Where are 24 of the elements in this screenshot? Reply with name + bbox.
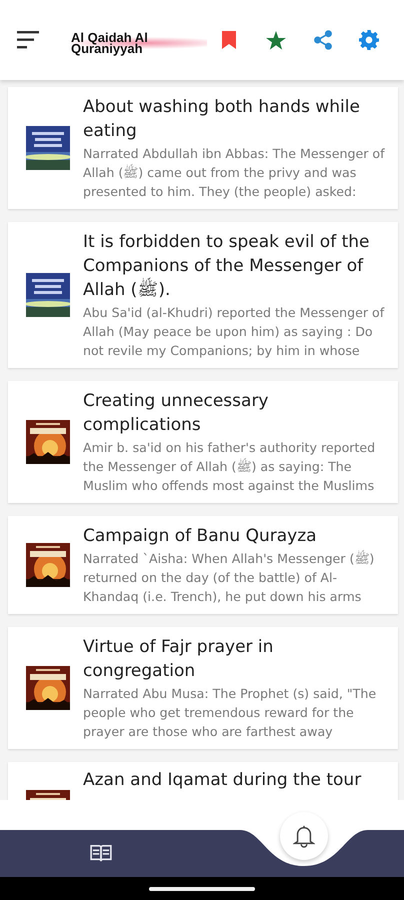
app-title: Al Qaidah Al Quraniyyah	[71, 32, 207, 54]
article-excerpt: Narrated Abdullah ibn Abbas: The Messenger of Allah (ﷺ) came out from the privy and was presented to him. They (the people) asked:	[83, 145, 386, 201]
article-card[interactable]	[8, 222, 398, 368]
article-excerpt: Amir b. sa'id on his father's authority reported the Messenger of Allah (ﷺ) as saying: The Muslim who offends most against the Muslims	[83, 439, 376, 495]
notifications-button[interactable]	[280, 812, 328, 860]
menu-icon[interactable]	[17, 31, 41, 49]
settings-icon[interactable]	[359, 30, 379, 50]
article-excerpt: Narrated `Aisha: When Allah's Messenger (ﷺ) returned on the day (of the battle) of Al-Khandaq (i.e. Trench), he put down his arms	[83, 549, 376, 606]
article-title: It is forbidden to speak evil of the Companions of the Messenger of Allah (ﷺ).	[83, 231, 370, 302]
bookmark-icon[interactable]	[222, 31, 236, 49]
article-title: Azan and Iqamat during the tour	[83, 769, 362, 792]
article-title: Virtue of Fajr prayer in congregation	[83, 636, 274, 683]
share-icon[interactable]	[314, 30, 332, 50]
article-card[interactable]: Azan and Iqamat during the tour	[8, 762, 398, 800]
home-indicator[interactable]	[149, 886, 255, 890]
article-excerpt: Narrated Abu Musa: The Prophet (s) said, "The people who get tremendous reward for the prayer are those who are farthest away	[83, 685, 378, 741]
article-title: About washing both hands while eating	[83, 96, 361, 143]
book-icon[interactable]	[90, 844, 112, 862]
article-title: Campaign of Banu Qurayza	[83, 525, 318, 548]
article-excerpt: Abu Sa'id (al-Khudri) reported the Messenger of Allah (May peace be upon him) as saying : Do not revile my Companions; by him in whose	[83, 304, 386, 360]
article-card[interactable]: Virtue of Fajr prayer in congregation Narrated Abu Musa: The Prophet (s) said, "The people who get tremendous reward for the prayer are those who are farthest away	[8, 627, 398, 749]
star-icon[interactable]	[266, 30, 286, 50]
article-title: Creating unnecessary complications	[83, 390, 270, 437]
bell-icon	[293, 824, 315, 848]
